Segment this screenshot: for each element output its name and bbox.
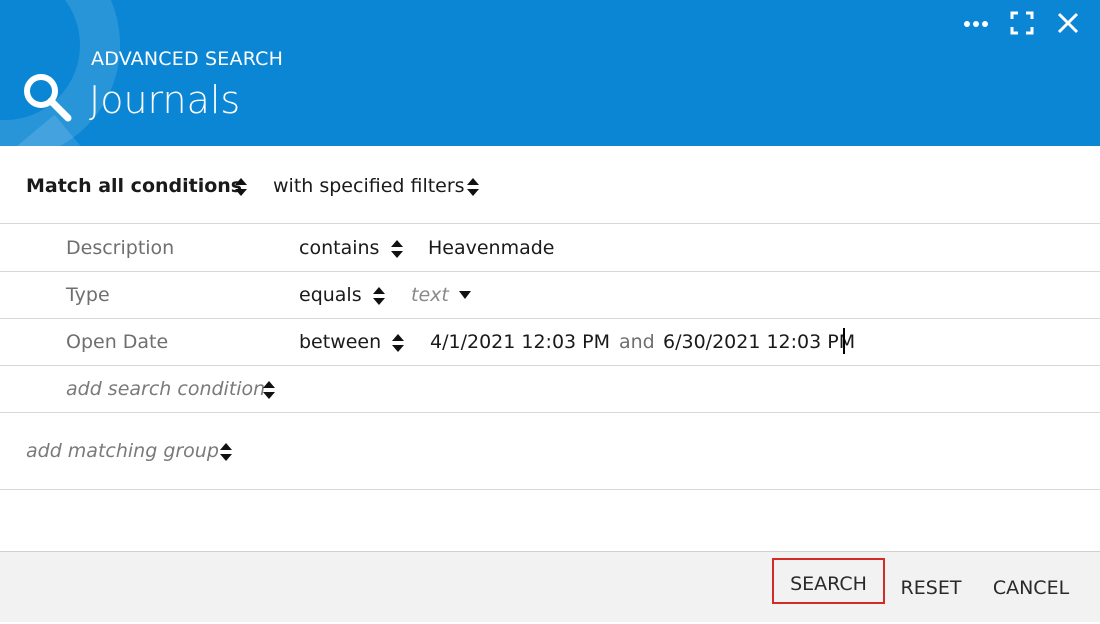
close-icon bbox=[1057, 12, 1079, 34]
search-button[interactable]: SEARCH bbox=[772, 558, 885, 604]
date-from-field[interactable]: 4/1/2021 12:03 PM bbox=[430, 331, 610, 353]
add-search-condition-link[interactable]: add search condition bbox=[66, 378, 265, 400]
operator-select[interactable]: between bbox=[299, 331, 381, 353]
match-mode-sort-icon[interactable] bbox=[234, 177, 248, 197]
add-group-sort-icon[interactable] bbox=[219, 442, 233, 462]
condition-row-type: Type equals text bbox=[0, 272, 1100, 319]
fullscreen-button[interactable] bbox=[1007, 8, 1037, 38]
dialog-title: Journals bbox=[89, 78, 241, 122]
operator-sort-icon[interactable] bbox=[372, 286, 386, 306]
description-value-field[interactable]: Heavenmade bbox=[428, 237, 555, 259]
operator-select[interactable]: equals bbox=[299, 284, 362, 306]
dialog-header: ADVANCED SEARCH Journals bbox=[0, 0, 1100, 146]
operator-select[interactable]: contains bbox=[299, 237, 379, 259]
field-label[interactable]: Description bbox=[66, 237, 174, 259]
match-mode-select[interactable]: Match all conditions bbox=[26, 175, 242, 197]
more-horizontal-icon bbox=[964, 21, 988, 27]
dialog-footer: SEARCH RESET CANCEL bbox=[0, 551, 1100, 622]
cancel-button[interactable]: CANCEL bbox=[986, 552, 1076, 622]
match-filter-select[interactable]: with specified filters bbox=[273, 175, 465, 197]
dialog-subtitle: ADVANCED SEARCH bbox=[91, 48, 284, 70]
search-icon bbox=[24, 74, 72, 122]
more-button[interactable] bbox=[961, 8, 991, 38]
match-filter-sort-icon[interactable] bbox=[466, 177, 480, 197]
condition-row-description: Description contains Heavenmade bbox=[0, 225, 1100, 272]
date-to-field[interactable]: 6/30/2021 12:03 PM bbox=[663, 331, 855, 353]
field-label[interactable]: Type bbox=[66, 284, 110, 306]
add-matching-group-link[interactable]: add matching group bbox=[26, 440, 219, 462]
fullscreen-icon bbox=[1010, 11, 1034, 35]
and-label: and bbox=[619, 331, 655, 353]
field-label[interactable]: Open Date bbox=[66, 331, 168, 353]
reset-button[interactable]: RESET bbox=[896, 552, 966, 622]
text-cursor bbox=[843, 328, 845, 354]
match-row: Match all conditions with specified filt… bbox=[0, 150, 1100, 224]
add-group-row: add matching group bbox=[0, 413, 1100, 490]
close-button[interactable] bbox=[1053, 8, 1083, 38]
operator-sort-icon[interactable] bbox=[391, 333, 405, 353]
add-condition-row: add search condition bbox=[0, 366, 1100, 413]
add-condition-sort-icon[interactable] bbox=[262, 380, 276, 400]
operator-sort-icon[interactable] bbox=[390, 239, 404, 259]
type-value-select[interactable]: text bbox=[411, 284, 449, 306]
chevron-down-icon[interactable] bbox=[459, 291, 471, 299]
condition-row-open-date: Open Date between 4/1/2021 12:03 PM and … bbox=[0, 319, 1100, 366]
